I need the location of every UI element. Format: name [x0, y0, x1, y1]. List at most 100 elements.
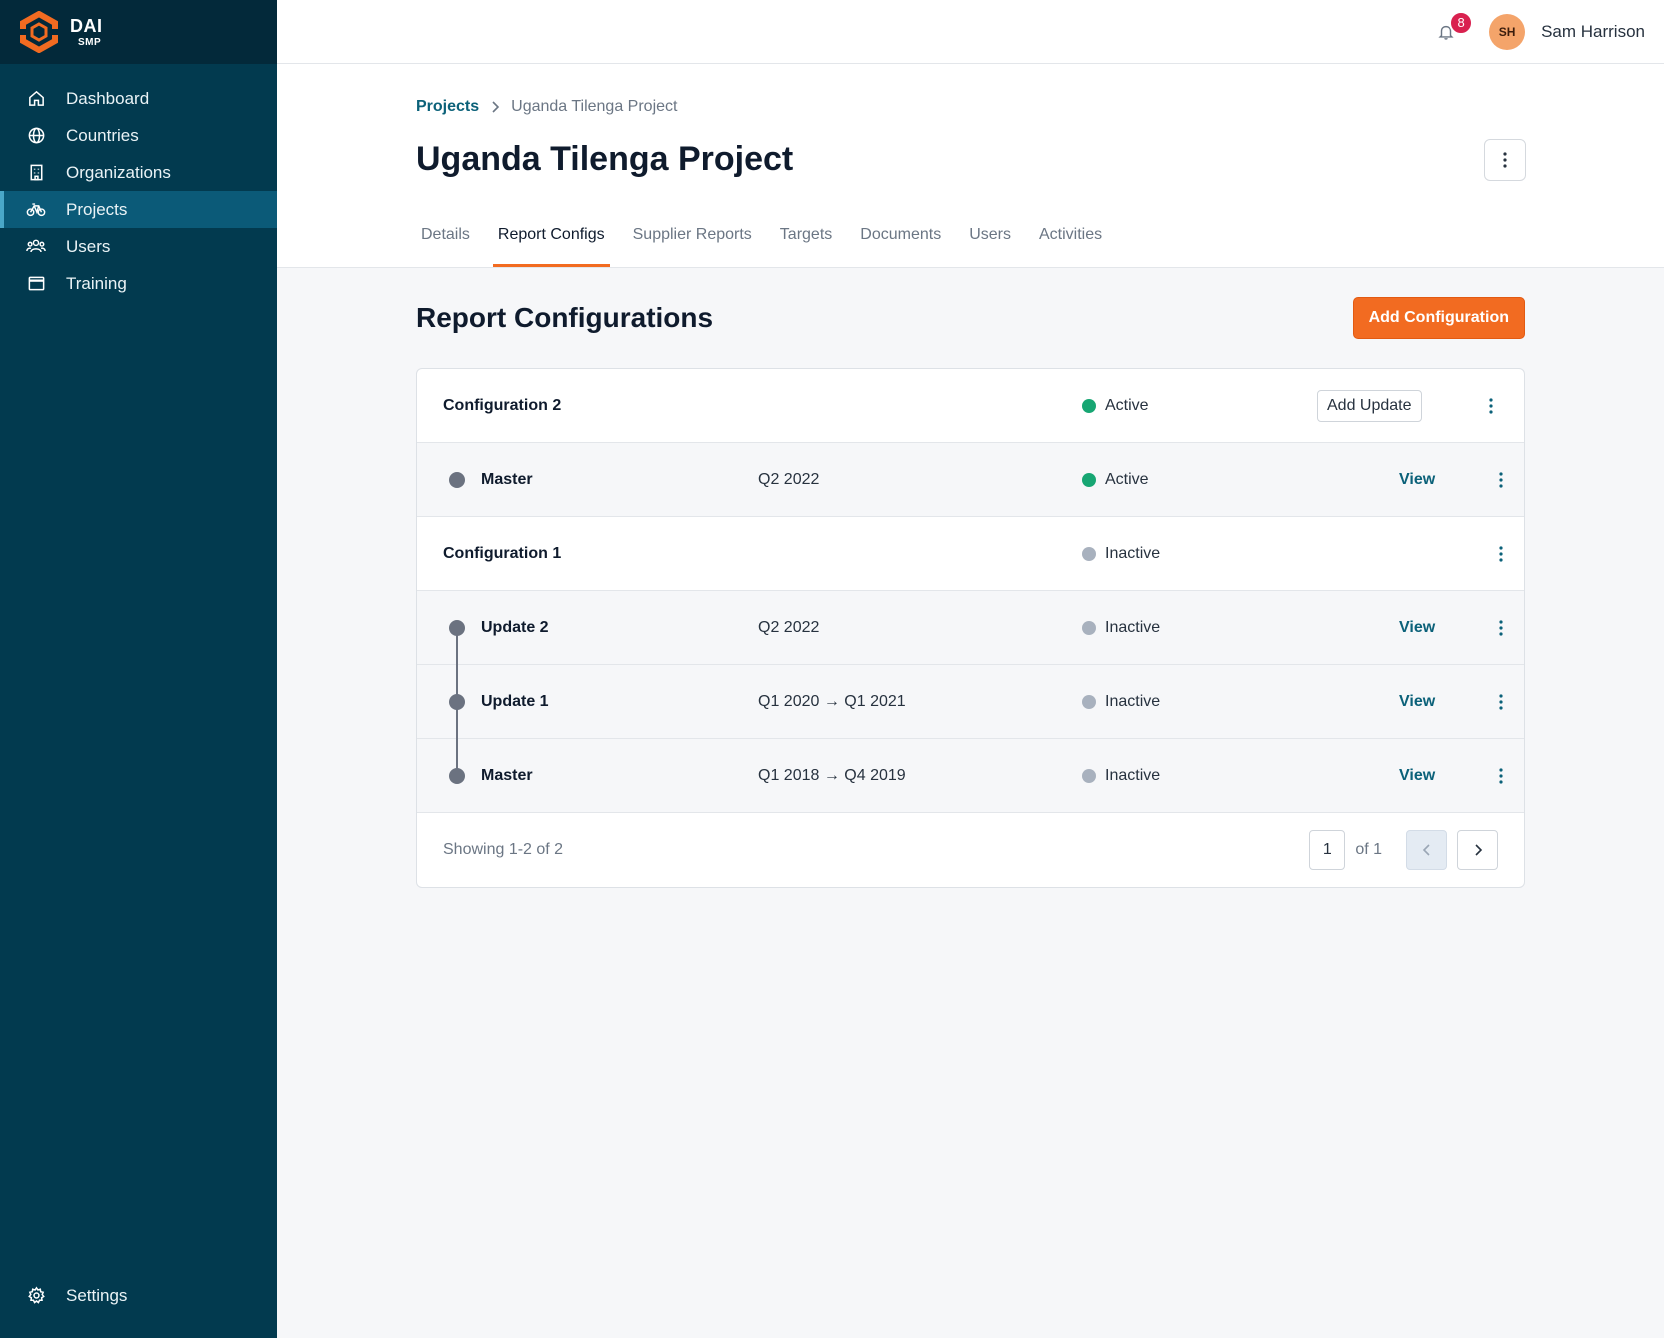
kebab-menu-icon	[1489, 397, 1493, 414]
sidebar-item-projects[interactable]: Projects	[0, 191, 277, 228]
view-link[interactable]: View	[1399, 693, 1435, 711]
sidebar-item-label: Projects	[66, 199, 128, 219]
section-header: Report Configurations Add Configuration	[416, 268, 1525, 368]
tab-users[interactable]: Users	[964, 226, 1016, 267]
status-text: Inactive	[1105, 692, 1161, 710]
kebab-menu-icon	[1503, 152, 1507, 168]
sidebar-item-label: Organizations	[66, 162, 171, 182]
status-badge: Inactive	[1082, 767, 1160, 785]
config-name: Configuration 2	[443, 396, 562, 414]
next-page-button[interactable]	[1457, 830, 1498, 870]
previous-page-button[interactable]	[1406, 830, 1447, 870]
version-name: Update 1	[481, 692, 549, 710]
status-active-dot	[1082, 472, 1096, 487]
notification-badge: 8	[1449, 10, 1474, 35]
bicycle-icon	[26, 200, 46, 220]
status-text: Inactive	[1105, 544, 1161, 562]
version-menu-button[interactable]	[1489, 465, 1513, 495]
status-text: Active	[1105, 396, 1149, 414]
configurations-table: Configuration 2 Active Add Update Master…	[416, 368, 1525, 888]
chevron-left-icon	[1422, 844, 1430, 856]
gear-icon	[26, 1286, 46, 1306]
tab-report-configs[interactable]: Report Configs	[492, 226, 610, 267]
breadcrumb-current: Uganda Tilenga Project	[511, 98, 678, 115]
status-text: Inactive	[1105, 766, 1161, 784]
version-menu-button[interactable]	[1489, 687, 1513, 717]
timeline-dot	[449, 768, 465, 784]
chevron-right-icon	[1474, 844, 1482, 856]
timeline-dot	[449, 472, 465, 488]
pagination: 1 of 1	[1309, 830, 1498, 870]
brand[interactable]: DAI SMP	[0, 0, 277, 64]
config-1-versions: Update 2 Q2 2022 Inactive View Update 1 …	[417, 591, 1524, 813]
kebab-menu-icon	[1499, 545, 1503, 562]
add-configuration-button[interactable]: Add Configuration	[1352, 297, 1525, 339]
status-badge: Inactive	[1082, 545, 1160, 563]
kebab-menu-icon	[1499, 619, 1503, 636]
kebab-menu-icon	[1499, 471, 1503, 488]
tab-bar: Details Report Configs Supplier Reports …	[416, 226, 1125, 267]
sidebar-item-label: Dashboard	[66, 88, 150, 108]
sidebar-item-dashboard[interactable]: Dashboard	[0, 80, 277, 117]
status-text: Active	[1105, 470, 1149, 488]
home-icon	[26, 89, 46, 109]
tab-targets[interactable]: Targets	[775, 226, 837, 267]
version-name: Master	[481, 470, 533, 488]
breadcrumb-projects-link[interactable]: Projects	[416, 98, 479, 116]
timeline-dot	[449, 620, 465, 636]
page-header: Projects Uganda Tilenga Project Uganda T…	[277, 64, 1664, 268]
user-name[interactable]: Sam Harrison	[1541, 22, 1645, 42]
sidebar-item-countries[interactable]: Countries	[0, 117, 277, 154]
avatar[interactable]: SH	[1489, 13, 1526, 50]
status-badge: Active	[1082, 471, 1149, 489]
status-inactive-dot	[1082, 546, 1096, 561]
sidebar-item-users[interactable]: Users	[0, 228, 277, 265]
version-name: Update 2	[481, 618, 549, 636]
users-icon	[26, 237, 46, 257]
sidebar-item-settings[interactable]: Settings	[0, 1277, 277, 1314]
page-total: of 1	[1355, 841, 1382, 858]
version-period: Q1 2018 → Q4 2019	[758, 766, 906, 784]
sidebar-item-label: Settings	[66, 1285, 128, 1305]
version-period: Q1 2020 → Q1 2021	[758, 692, 906, 710]
sidebar-item-training[interactable]: Training	[0, 265, 277, 302]
version-menu-button[interactable]	[1489, 761, 1513, 791]
version-menu-button[interactable]	[1489, 613, 1513, 643]
version-period: Q2 2022	[758, 618, 820, 636]
status-inactive-dot	[1082, 694, 1096, 709]
config-1-menu-button[interactable]	[1489, 539, 1513, 569]
brand-name: DAI	[70, 15, 103, 36]
page-number-input[interactable]: 1	[1309, 830, 1346, 870]
version-name: Master	[481, 766, 533, 784]
version-period: Q2 2022	[758, 470, 820, 488]
sidebar-nav: Dashboard Countries Organizations Projec…	[0, 80, 277, 302]
section-title: Report Configurations	[416, 302, 714, 333]
view-link[interactable]: View	[1399, 619, 1435, 637]
page-title: Uganda Tilenga Project	[416, 140, 794, 178]
status-inactive-dot	[1082, 768, 1096, 783]
main-content: Report Configurations Add Configuration …	[416, 268, 1525, 888]
config-2-menu-button[interactable]	[1479, 391, 1503, 421]
status-active-dot	[1082, 398, 1096, 413]
status-badge: Inactive	[1082, 619, 1160, 637]
building-icon	[26, 163, 46, 183]
sidebar-item-label: Training	[66, 273, 127, 293]
tab-supplier-reports[interactable]: Supplier Reports	[628, 226, 757, 267]
status-badge: Active	[1082, 397, 1149, 415]
status-text: Inactive	[1105, 618, 1161, 636]
brand-sub: SMP	[78, 36, 102, 48]
tab-documents[interactable]: Documents	[855, 226, 946, 267]
notifications-button[interactable]: 8	[1431, 10, 1474, 47]
config-row-1: Configuration 1 Inactive	[417, 517, 1524, 591]
add-update-button[interactable]: Add Update	[1317, 389, 1422, 422]
timeline-dot	[449, 694, 465, 710]
project-actions-button[interactable]	[1484, 139, 1526, 181]
showing-count: Showing 1-2 of 2	[443, 841, 564, 858]
view-link[interactable]: View	[1399, 767, 1435, 785]
tab-activities[interactable]: Activities	[1034, 226, 1107, 267]
view-link[interactable]: View	[1399, 471, 1435, 489]
sidebar: DAI SMP Dashboard Countries Organization…	[0, 0, 277, 1338]
tab-details[interactable]: Details	[416, 226, 475, 267]
config-1-master-row: Master Q1 2018 → Q4 2019 Inactive View	[417, 739, 1524, 813]
sidebar-item-organizations[interactable]: Organizations	[0, 154, 277, 191]
